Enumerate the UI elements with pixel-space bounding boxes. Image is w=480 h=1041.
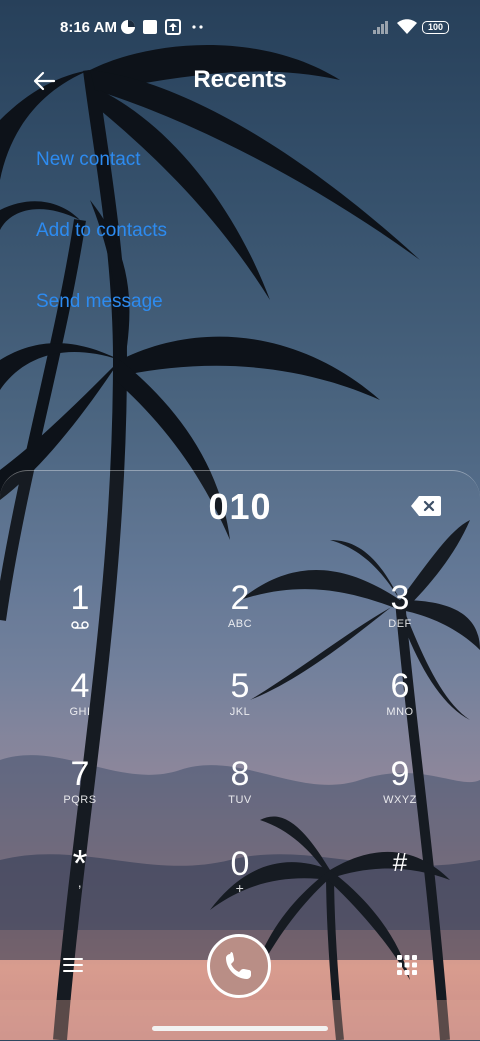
- dial-key-3[interactable]: 3 DEF: [340, 580, 460, 660]
- key-letters: ABC: [227, 618, 253, 630]
- status-bar: 8:16 AM 100: [0, 0, 480, 56]
- key-digit: 0: [230, 845, 250, 883]
- dialed-number: 010: [208, 486, 272, 527]
- dial-key-star[interactable]: * ,: [20, 845, 140, 926]
- key-letters: ,: [77, 874, 83, 890]
- new-contact-link[interactable]: New contact: [36, 149, 141, 171]
- dial-key-6[interactable]: 6 MNO: [340, 668, 460, 748]
- dial-key-5[interactable]: 5 JKL: [180, 668, 300, 748]
- dial-key-8[interactable]: 8 TUV: [180, 756, 300, 836]
- square-notification-icon: [143, 20, 157, 34]
- key-letters: WXYZ: [383, 794, 417, 806]
- key-digit: #: [392, 847, 408, 877]
- call-button[interactable]: [207, 934, 271, 998]
- key-digit: 8: [230, 755, 250, 793]
- phone-icon: [226, 952, 251, 979]
- key-letters: DEF: [388, 618, 412, 630]
- voicemail-icon: [71, 621, 89, 629]
- data-saver-icon: [121, 20, 135, 34]
- dial-key-9[interactable]: 9 WXYZ: [340, 756, 460, 836]
- key-letters: TUV: [228, 794, 252, 806]
- key-digit: 7: [70, 755, 90, 793]
- dial-key-0[interactable]: 0 +: [180, 846, 300, 926]
- page-title: Recents: [193, 66, 287, 93]
- dial-key-1[interactable]: 1: [20, 580, 140, 660]
- upload-notification-icon: [165, 19, 181, 35]
- dialpad-icon[interactable]: [396, 954, 418, 976]
- key-digit: 2: [230, 579, 250, 617]
- add-to-contacts-link[interactable]: Add to contacts: [36, 220, 167, 242]
- key-digit: 1: [70, 579, 90, 617]
- key-letters: GHI: [69, 706, 91, 718]
- key-digit: 9: [390, 755, 410, 793]
- backspace-icon[interactable]: [410, 494, 442, 518]
- dial-key-hash[interactable]: #: [340, 846, 460, 926]
- dial-key-4[interactable]: 4 GHI: [20, 668, 140, 748]
- signal-icon: [373, 21, 388, 34]
- key-letters: JKL: [229, 706, 251, 718]
- dial-key-7[interactable]: 7 PQRS: [20, 756, 140, 836]
- battery-icon: 100: [422, 21, 449, 34]
- key-digit: 3: [390, 579, 410, 617]
- send-message-link[interactable]: Send message: [36, 291, 163, 313]
- key-digit: 4: [70, 667, 90, 705]
- key-letters: MNO: [386, 706, 414, 718]
- key-digit: 6: [390, 667, 410, 705]
- battery-level: 100: [427, 22, 444, 32]
- key-digit: 5: [230, 667, 250, 705]
- home-indicator[interactable]: [152, 1026, 328, 1031]
- more-dots-icon: [192, 25, 203, 29]
- menu-icon[interactable]: [62, 956, 84, 974]
- status-time: 8:16 AM: [60, 19, 117, 36]
- key-letters: +: [235, 880, 245, 896]
- dial-key-2[interactable]: 2 ABC: [180, 580, 300, 660]
- key-letters: PQRS: [63, 794, 97, 806]
- wifi-icon: [397, 19, 417, 34]
